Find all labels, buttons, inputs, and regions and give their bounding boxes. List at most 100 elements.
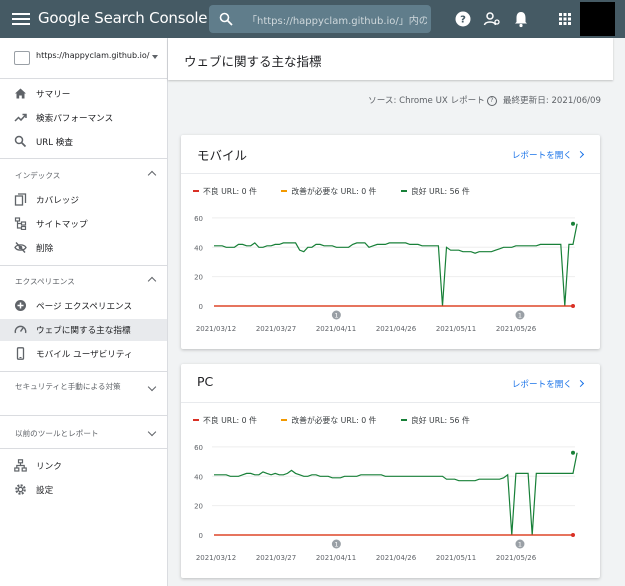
sidebar: https://happyclam.github.io/ サマリー 検索パフォー…	[0, 38, 168, 586]
x-tick-label: 2021/04/26	[376, 325, 417, 333]
pc-report-card: PC レポートを開く 不良 URL: 0 件 改善が必要な URL: 0 件 良…	[181, 364, 600, 578]
y-tick-label: 0	[199, 303, 203, 311]
sidebar-item-removals[interactable]: 削除	[0, 237, 167, 259]
card-divider	[181, 402, 600, 403]
smartphone-icon	[16, 347, 25, 360]
sidebar-item-settings[interactable]: 設定	[0, 479, 167, 501]
legend-label: 不良 URL: 0 件	[203, 187, 257, 196]
chevron-right-icon[interactable]	[576, 379, 585, 388]
sidebar-item-performance[interactable]: 検索パフォーマンス	[0, 107, 167, 129]
notifications-icon[interactable]	[512, 10, 530, 28]
x-tick-label: 2021/05/26	[496, 554, 537, 562]
mobile-report-card: モバイル レポートを開く 不良 URL: 0 件 改善が必要な URL: 0 件…	[181, 135, 600, 349]
sidebar-item-page-experience[interactable]: ページ エクスペリエンス	[0, 295, 167, 317]
search-input[interactable]: 「https://happyclam.github.io/」内の	[247, 12, 427, 27]
menu-icon[interactable]	[12, 11, 30, 27]
legend-swatch	[193, 190, 199, 192]
manage-users-icon[interactable]	[483, 10, 501, 28]
legend-label: 良好 URL: 56 件	[410, 187, 470, 196]
chevron-right-icon[interactable]	[576, 150, 585, 159]
legend-item-bad[interactable]: 不良 URL: 0 件	[193, 415, 257, 426]
x-tick-label: 2021/03/27	[256, 554, 296, 562]
y-tick-label: 0	[199, 532, 203, 540]
legend-item-good[interactable]: 良好 URL: 56 件	[400, 186, 470, 197]
card-divider	[181, 173, 600, 174]
open-report-link[interactable]: レポートを開く	[512, 378, 572, 390]
help-icon[interactable]: ?	[454, 10, 472, 28]
x-tick-label: 2021/04/11	[316, 325, 356, 333]
search-box[interactable]: 「https://happyclam.github.io/」内の	[209, 5, 431, 33]
sidebar-divider	[0, 158, 167, 159]
file-copy-icon	[14, 193, 27, 206]
annotation-label: 1	[334, 541, 338, 549]
top-app-bar: Google Search Console 「https://happyclam…	[0, 0, 625, 38]
sidebar-item-sitemaps[interactable]: サイトマップ	[0, 213, 167, 235]
sidebar-divider	[0, 415, 167, 416]
sidebar-item-label: モバイル ユーザビリティ	[36, 350, 133, 360]
page-header: ウェブに関する主な指標	[168, 38, 613, 80]
legend-swatch	[193, 419, 199, 421]
x-tick-label: 2021/04/26	[376, 554, 417, 562]
legend-swatch	[400, 419, 407, 421]
sidebar-item-mobile-usability[interactable]: モバイル ユーザビリティ	[0, 343, 167, 365]
open-report-link[interactable]: レポートを開く	[512, 149, 572, 161]
legend-swatch	[281, 190, 288, 192]
chevron-down-icon	[147, 382, 157, 392]
legend-item-needs-improvement[interactable]: 改善が必要な URL: 0 件	[281, 186, 376, 197]
legend-item-bad[interactable]: 不良 URL: 0 件	[193, 186, 257, 197]
sitemap-icon	[14, 217, 27, 230]
legend-item-good[interactable]: 良好 URL: 56 件	[400, 415, 470, 426]
gear-icon	[15, 484, 26, 495]
sidebar-item-links[interactable]: リンク	[0, 455, 167, 477]
card-title: モバイル	[197, 148, 248, 163]
annotation-label: 1	[518, 541, 522, 549]
chevron-down-icon	[147, 427, 157, 437]
x-tick-label: 2021/03/27	[256, 325, 296, 333]
mobile-line-chart: 0 20 40 60 2021/03/12 2021/03/27 2021/04/11 202…	[194, 215, 578, 333]
card-title: PC	[197, 374, 214, 389]
y-tick-label: 60	[194, 444, 203, 452]
sidebar-item-url-inspection[interactable]: URL 検査	[0, 131, 167, 153]
last-updated: 最終更新日: 2021/06/09	[502, 96, 601, 106]
sidebar-item-label: ページ エクスペリエンス	[36, 302, 133, 312]
sidebar-item-core-web-vitals[interactable]: ウェブに関する主な指標	[0, 319, 167, 341]
svg-text:?: ?	[460, 15, 466, 26]
sidebar-divider	[0, 371, 167, 372]
sidebar-item-summary[interactable]: サマリー	[0, 83, 167, 105]
chevron-up-icon	[147, 276, 157, 286]
sidebar-item-coverage[interactable]: カバレッジ	[0, 189, 167, 211]
account-avatar[interactable]	[580, 2, 615, 36]
y-tick-label: 40	[194, 473, 203, 481]
legend-label: 不良 URL: 0 件	[203, 416, 257, 425]
series-line-good	[214, 223, 578, 307]
annotation-label: 1	[334, 312, 338, 320]
x-tick-label: 2021/05/26	[496, 325, 537, 333]
series-endpoint-good	[571, 450, 575, 455]
sidebar-item-label: 削除	[36, 244, 54, 254]
x-tick-label: 2021/04/11	[316, 554, 356, 562]
legend-label: 改善が必要な URL: 0 件	[291, 416, 377, 425]
legend-label: 良好 URL: 56 件	[410, 416, 470, 425]
home-icon	[15, 88, 26, 99]
property-selector[interactable]: https://happyclam.github.io/	[0, 38, 167, 79]
sidebar-item-label: リンク	[36, 462, 62, 472]
section-label: 以前のツールとレポート	[15, 429, 99, 438]
y-tick-label: 20	[194, 274, 203, 282]
chart-legend: 不良 URL: 0 件 改善が必要な URL: 0 件 良好 URL: 56 件	[193, 415, 492, 426]
chart-legend: 不良 URL: 0 件 改善が必要な URL: 0 件 良好 URL: 56 件	[193, 186, 492, 197]
series-endpoint-bad	[571, 533, 575, 537]
apps-grid-icon[interactable]	[556, 10, 574, 28]
section-label: エクスペリエンス	[15, 277, 75, 286]
y-tick-label: 60	[194, 215, 203, 223]
legend-item-needs-improvement[interactable]: 改善が必要な URL: 0 件	[281, 415, 376, 426]
app-logo[interactable]: Google Search Console	[38, 9, 208, 27]
sidebar-item-label: 検索パフォーマンス	[36, 114, 114, 124]
add-circle-icon	[15, 300, 26, 311]
legend-label: 改善が必要な URL: 0 件	[291, 187, 377, 196]
x-tick-label: 2021/03/12	[196, 325, 236, 333]
search-icon	[14, 135, 27, 148]
search-icon[interactable]	[219, 12, 233, 26]
x-tick-label: 2021/03/12	[196, 554, 236, 562]
help-circle-icon[interactable]: ?	[486, 96, 497, 106]
property-icon	[14, 51, 30, 65]
